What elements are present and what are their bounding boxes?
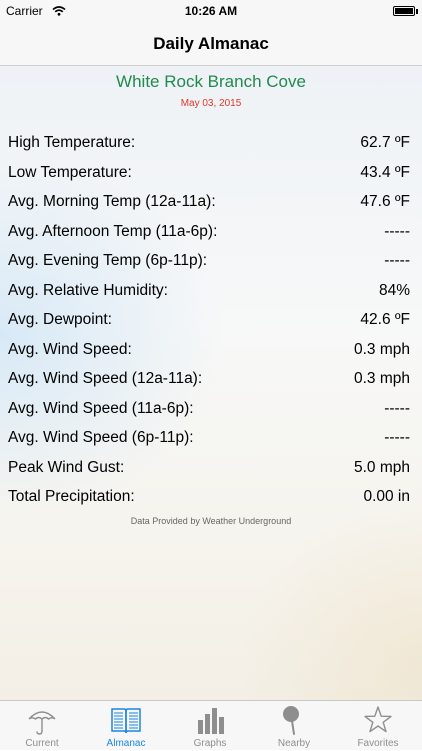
- pin-icon: [283, 706, 299, 735]
- row-label: Avg. Wind Speed (6p-11p):: [8, 429, 194, 446]
- row-label: Avg. Morning Temp (12a-11a):: [8, 193, 216, 210]
- list-item: Avg. Wind Speed (11a-6p): -----: [0, 395, 422, 425]
- row-value: 62.7 ºF: [360, 134, 410, 151]
- row-value: 0.3 mph: [353, 340, 410, 358]
- row-label: Total Precipitation:: [8, 488, 135, 505]
- row-value: -----: [384, 252, 410, 269]
- tab-graphs[interactable]: Graphs: [168, 701, 252, 751]
- tab-current[interactable]: Current: [0, 701, 84, 751]
- almanac-date: May 03, 2015: [180, 98, 242, 109]
- status-bar: Carrier 10:26 AM: [0, 0, 422, 22]
- tab-bar: Current Almanac Graphs Nearby Favorites: [0, 700, 422, 750]
- list-item: Avg. Wind Speed (12a-11a): 0.3 mph: [0, 365, 422, 395]
- tab-label: Almanac: [106, 738, 146, 749]
- row-label: Avg. Evening Temp (6p-11p):: [8, 252, 208, 269]
- list-item: Avg. Wind Speed: 0.3 mph: [0, 336, 422, 366]
- list-item: High Temperature: 62.7 ºF: [0, 129, 422, 159]
- book-icon: [111, 708, 141, 734]
- row-label: Low Temperature:: [8, 163, 132, 181]
- list-item: Avg. Morning Temp (12a-11a): 47.6 ºF: [0, 188, 422, 218]
- tab-label: Nearby: [277, 738, 311, 749]
- list-item: Avg. Dewpoint: 42.6 ºF: [0, 306, 422, 336]
- list-item: Peak Wind Gust: 5.0 mph: [0, 454, 422, 484]
- list-item: Avg. Afternoon Temp (11a-6p): -----: [0, 218, 422, 248]
- row-label: Avg. Wind Speed (11a-6p):: [8, 399, 194, 417]
- row-value: 5.0 mph: [353, 458, 410, 476]
- tab-almanac[interactable]: Almanac: [84, 701, 168, 751]
- bar-graph-icon: [198, 708, 224, 734]
- navigation-bar: Daily Almanac: [0, 22, 422, 66]
- list-item: Avg. Relative Humidity: 84%: [0, 277, 422, 307]
- row-value: 84%: [378, 281, 410, 299]
- battery-icon: [393, 6, 415, 16]
- row-label: Avg. Afternoon Temp (11a-6p):: [8, 222, 218, 240]
- row-label: High Temperature:: [8, 134, 136, 151]
- station-name: White Rock Branch Cove: [116, 72, 306, 91]
- row-value: -----: [384, 429, 410, 446]
- row-label: Avg. Relative Humidity:: [8, 281, 168, 299]
- list-item: Avg. Wind Speed (6p-11p): -----: [0, 424, 422, 454]
- tab-label: Graphs: [193, 738, 227, 749]
- status-time: 10:26 AM: [184, 4, 238, 18]
- list-item: Avg. Evening Temp (6p-11p): -----: [0, 247, 422, 277]
- row-value: 47.6 ºF: [360, 193, 410, 210]
- battery-tip: [416, 9, 418, 14]
- row-value: 42.6 ºF: [360, 311, 410, 328]
- row-value: 0.00 in: [363, 488, 410, 505]
- row-label: Peak Wind Gust:: [8, 458, 125, 476]
- tab-label: Current: [25, 738, 59, 749]
- row-value: -----: [384, 222, 410, 240]
- umbrella-icon: [28, 711, 56, 735]
- almanac-content[interactable]: White Rock Branch Cove May 03, 2015 High…: [0, 66, 422, 700]
- tab-nearby[interactable]: Nearby: [252, 701, 336, 751]
- row-value: 0.3 mph: [353, 370, 410, 387]
- list-item: Total Precipitation: 0.00 in: [0, 483, 422, 513]
- row-label: Avg. Wind Speed (12a-11a):: [8, 370, 203, 387]
- almanac-list: High Temperature: 62.7 ºF Low Temperature…: [0, 129, 422, 513]
- tab-favorites[interactable]: Favorites: [336, 701, 420, 751]
- star-icon: [364, 706, 392, 733]
- page-title: Daily Almanac: [153, 34, 269, 53]
- row-label: Avg. Wind Speed:: [8, 340, 132, 358]
- row-label: Avg. Dewpoint:: [8, 311, 112, 328]
- row-value: 43.4 ºF: [360, 163, 410, 181]
- row-value: -----: [384, 399, 410, 417]
- list-item: Low Temperature: 43.4 ºF: [0, 159, 422, 189]
- tab-label: Favorites: [357, 738, 399, 749]
- data-credit: Data Provided by Weather Underground: [130, 516, 292, 526]
